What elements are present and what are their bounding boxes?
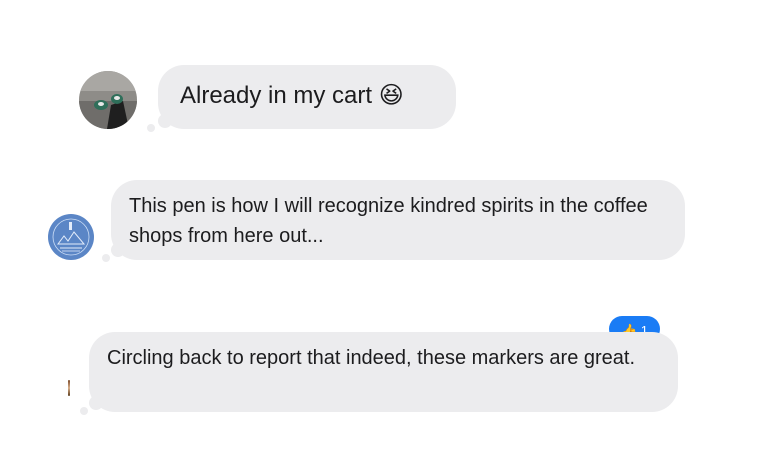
avatar-image — [79, 71, 137, 129]
bubble-tail-dot — [147, 124, 155, 132]
bubble-tail-dot — [102, 254, 110, 262]
bubble-tail — [89, 396, 103, 410]
bubble-tail — [111, 243, 125, 257]
cropped-avatar[interactable] — [68, 380, 70, 396]
avatar-image — [48, 214, 94, 260]
message-text: This pen is how I will recognize kindred… — [129, 195, 648, 247]
message-bubble[interactable]: This pen is how I will recognize kindred… — [111, 180, 685, 260]
message-text: Circling back to report that indeed, the… — [107, 347, 636, 369]
shoes-photo-avatar[interactable] — [79, 71, 137, 129]
message-bubble[interactable]: Already in my cart 😆 — [158, 65, 456, 129]
blue-illustration-avatar[interactable] — [48, 214, 94, 260]
bubble-tail-dot — [80, 407, 88, 415]
bubble-tail — [158, 114, 172, 128]
message-text: Already in my cart 😆 — [180, 82, 404, 109]
message-bubble[interactable]: Circling back to report that indeed, the… — [89, 332, 678, 412]
